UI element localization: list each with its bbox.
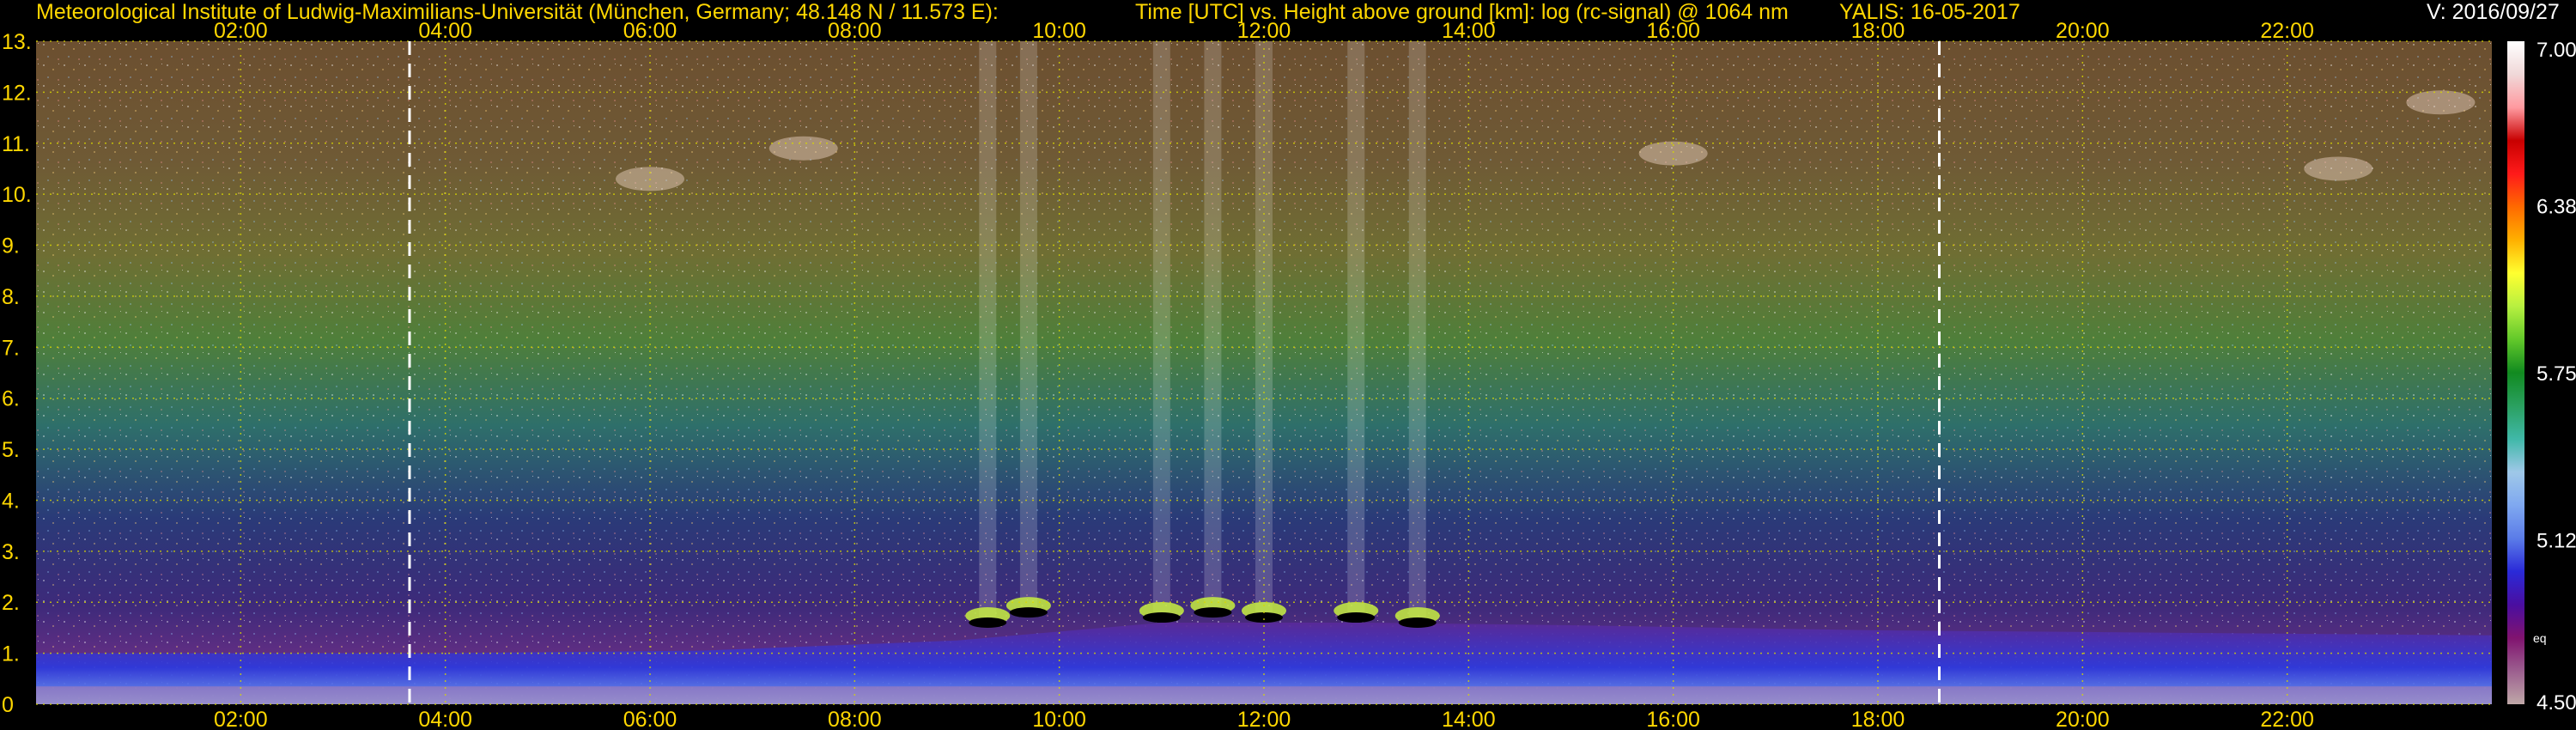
y-tick-label: 12.: [2, 81, 32, 105]
cloud-base: [1142, 612, 1181, 624]
cloud-base: [1194, 607, 1232, 618]
cloud-base: [969, 617, 1007, 628]
x-tick-label-bottom: 14:00: [1442, 708, 1496, 730]
cirrus-patch: [2406, 90, 2476, 115]
y-tick-label: 0: [2, 693, 14, 717]
cloud-base: [1245, 612, 1283, 624]
cloud-column: [1408, 41, 1426, 623]
cloud-column: [1204, 41, 1222, 613]
x-tick-label-bottom: 02:00: [214, 708, 268, 730]
x-tick-label-top: 16:00: [1646, 19, 1700, 43]
x-tick-label-bottom: 20:00: [2056, 708, 2110, 730]
cloud-base: [1009, 607, 1048, 618]
y-tick-label: 4.: [2, 489, 20, 513]
colorbar-tick-label: 5.75: [2537, 362, 2576, 386]
x-tick-label-bottom: 18:00: [1851, 708, 1905, 730]
x-tick-label-top: 12:00: [1237, 19, 1291, 43]
x-tick-label-top: 04:00: [418, 19, 472, 43]
y-tick-label: 7.: [2, 336, 20, 360]
y-tick-label: 5.: [2, 438, 20, 462]
x-tick-label-top: 06:00: [623, 19, 677, 43]
cloud-column: [1347, 41, 1365, 618]
x-tick-label-bottom: 06:00: [623, 708, 677, 730]
x-tick-label-bottom: 10:00: [1032, 708, 1086, 730]
y-tick-label: 1.: [2, 642, 20, 666]
x-tick-label-top: 18:00: [1851, 19, 1905, 43]
x-tick-label-top: 22:00: [2260, 19, 2314, 43]
cirrus-patch: [769, 136, 838, 161]
y-tick-label: 13.: [2, 30, 32, 54]
y-tick-label: 3.: [2, 540, 20, 564]
colorbar-tick-label: 6.38: [2537, 195, 2576, 218]
y-tick-label: 8.: [2, 285, 20, 309]
y-tick-label: 6.: [2, 387, 20, 411]
x-tick-label-top: 10:00: [1032, 19, 1086, 43]
colorbar-note: eq: [2533, 631, 2547, 645]
y-tick-label: 10.: [2, 183, 32, 207]
x-tick-label-bottom: 22:00: [2260, 708, 2314, 730]
x-tick-label-bottom: 04:00: [418, 708, 472, 730]
cloud-column: [1255, 41, 1273, 618]
y-tick-label: 11.: [2, 132, 30, 156]
y-tick-label: 2.: [2, 591, 20, 615]
x-tick-label-bottom: 08:00: [828, 708, 882, 730]
lidar-heatmap-chart: 02:00 02:00 04:00 04:00 06:00 06:00 08:00 08:00…: [2, 19, 2576, 730]
x-tick-label-top: 02:00: [214, 19, 268, 43]
cloud-base: [1398, 617, 1437, 628]
colorbar-tick-label: 4.50: [2537, 691, 2576, 715]
x-tick-label-top: 20:00: [2056, 19, 2110, 43]
x-tick-label-top: 14:00: [1442, 19, 1496, 43]
cloud-base: [1337, 612, 1376, 624]
x-tick-label-top: 08:00: [828, 19, 882, 43]
cirrus-patch: [2304, 156, 2373, 181]
colorbar: [2507, 41, 2524, 704]
cloud-column: [1019, 41, 1037, 613]
colorbar-tick-label: 5.12: [2537, 530, 2576, 553]
x-tick-label-bottom: 16:00: [1646, 708, 1700, 730]
lidar-plot-stage: Meteorological Institute of Ludwig-Maxim…: [0, 0, 2576, 730]
cloud-column: [979, 41, 997, 623]
x-tick-label-bottom: 12:00: [1237, 708, 1291, 730]
cloud-column: [1152, 41, 1170, 618]
colorbar-tick-label: 7.00: [2537, 39, 2576, 62]
y-tick-label: 9.: [2, 234, 20, 259]
